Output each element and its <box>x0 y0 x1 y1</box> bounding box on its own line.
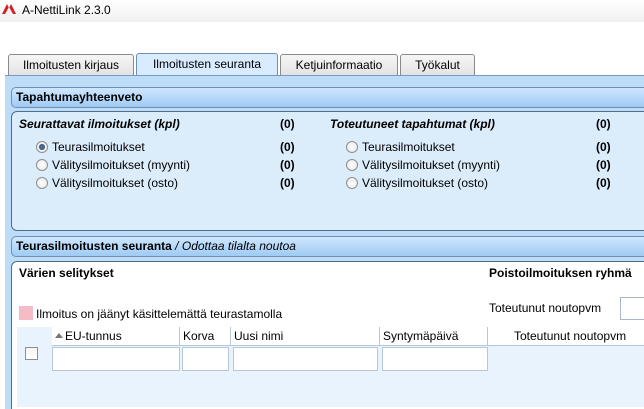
tracking-subtitle: Odottaa tilalta noutoa <box>181 239 296 253</box>
realized-pickup-label: Toteutunut noutopvm <box>489 301 602 315</box>
tracking-section-header: Teurasilmoitusten seuranta / Odottaa til… <box>11 236 644 257</box>
tracked-header: Seurattavat ilmoitukset (kpl) <box>19 117 180 131</box>
results-grid: EU-tunnus Korva Uusi nimi Syntymäpäivä T… <box>17 327 644 407</box>
tab-label: Ilmoitusten seuranta <box>152 57 262 71</box>
grid-header-korva[interactable]: Korva <box>180 327 231 346</box>
removal-group-title: Poistoilmoituksen ryhmä <box>489 266 632 280</box>
realized-item-label: Teurasilmoitukset <box>362 140 455 154</box>
tab-label: Ketjuinformaatio <box>295 58 383 72</box>
radio-tracked-teurasilmoitukset[interactable] <box>36 141 48 153</box>
title-bar: A-NettiLink 2.3.0 <box>0 0 644 22</box>
tracking-separator: / <box>175 239 179 253</box>
radio-realized-valitys-myynti[interactable] <box>346 159 358 171</box>
realized-item-count: (0) <box>596 158 611 172</box>
filter-uusi-nimi-input[interactable] <box>233 347 378 371</box>
legend-title: Värien selitykset <box>19 266 114 280</box>
realized-total: (0) <box>596 117 611 131</box>
column-label: Korva <box>183 329 215 343</box>
radio-realized-teurasilmoitukset[interactable] <box>346 141 358 153</box>
grid-header-eu-tunnus[interactable]: EU-tunnus <box>52 327 180 346</box>
filter-korva-input[interactable] <box>182 347 229 371</box>
realized-item-count: (0) <box>596 176 611 190</box>
tracked-item-count: (0) <box>280 140 295 154</box>
legend-item-label: Ilmoitus on jäänyt käsittelemättä teuras… <box>36 307 283 321</box>
radio-realized-valitys-osto[interactable] <box>346 177 358 189</box>
realized-item-label: Välitysilmoitukset (osto) <box>362 176 489 190</box>
select-all-checkbox[interactable] <box>25 347 38 360</box>
column-label: Syntymäpäivä <box>383 329 459 343</box>
app-logo-icon <box>2 4 16 14</box>
realized-pickup-date-input[interactable] <box>620 297 644 320</box>
radio-tracked-valitys-osto[interactable] <box>36 177 48 189</box>
tab-ilmoitusten-seuranta[interactable]: Ilmoitusten seuranta <box>136 53 278 77</box>
tracking-title: Teurasilmoitusten seuranta <box>16 239 172 253</box>
realized-item-label: Välitysilmoitukset (myynti) <box>362 158 501 172</box>
tracked-total: (0) <box>280 117 295 131</box>
summary-title: Tapahtumayhteenveto <box>16 90 143 104</box>
window-title: A-NettiLink 2.3.0 <box>22 3 111 17</box>
realized-header: Toteutuneet tapahtumat (kpl) <box>330 117 495 131</box>
tracked-item-label: Välitysilmoitukset (myynti) <box>52 158 191 172</box>
tracked-item-count: (0) <box>280 176 295 190</box>
column-label: Uusi nimi <box>234 329 284 343</box>
tracked-item-label: Teurasilmoitukset <box>52 140 145 154</box>
sort-asc-icon <box>55 333 63 338</box>
legend-swatch-pink <box>19 306 33 320</box>
column-label: EU-tunnus <box>65 329 122 343</box>
tab-tyokalut[interactable]: Työkalut <box>400 54 475 76</box>
filter-eu-tunnus-input[interactable] <box>52 347 180 371</box>
tab-label: Ilmoitusten kirjaus <box>22 58 120 72</box>
grid-header-uusi-nimi[interactable]: Uusi nimi <box>231 327 380 346</box>
grid-header-toteutunut-noutopvm[interactable]: Toteutunut noutopvm <box>488 327 644 346</box>
tab-ilmoitusten-kirjaus[interactable]: Ilmoitusten kirjaus <box>8 54 134 76</box>
summary-section-header: Tapahtumayhteenveto <box>11 87 644 108</box>
column-label: Toteutunut noutopvm <box>514 329 627 343</box>
filter-syntymapaiva-input[interactable] <box>382 347 488 371</box>
radio-tracked-valitys-myynti[interactable] <box>36 159 48 171</box>
tracked-item-count: (0) <box>280 158 295 172</box>
tab-ketjuinformaatio[interactable]: Ketjuinformaatio <box>280 54 398 76</box>
tab-label: Työkalut <box>415 58 460 72</box>
realized-item-count: (0) <box>596 140 611 154</box>
grid-header-syntymapaiva[interactable]: Syntymäpäivä <box>380 327 488 346</box>
tracked-item-label: Välitysilmoitukset (osto) <box>52 176 179 190</box>
